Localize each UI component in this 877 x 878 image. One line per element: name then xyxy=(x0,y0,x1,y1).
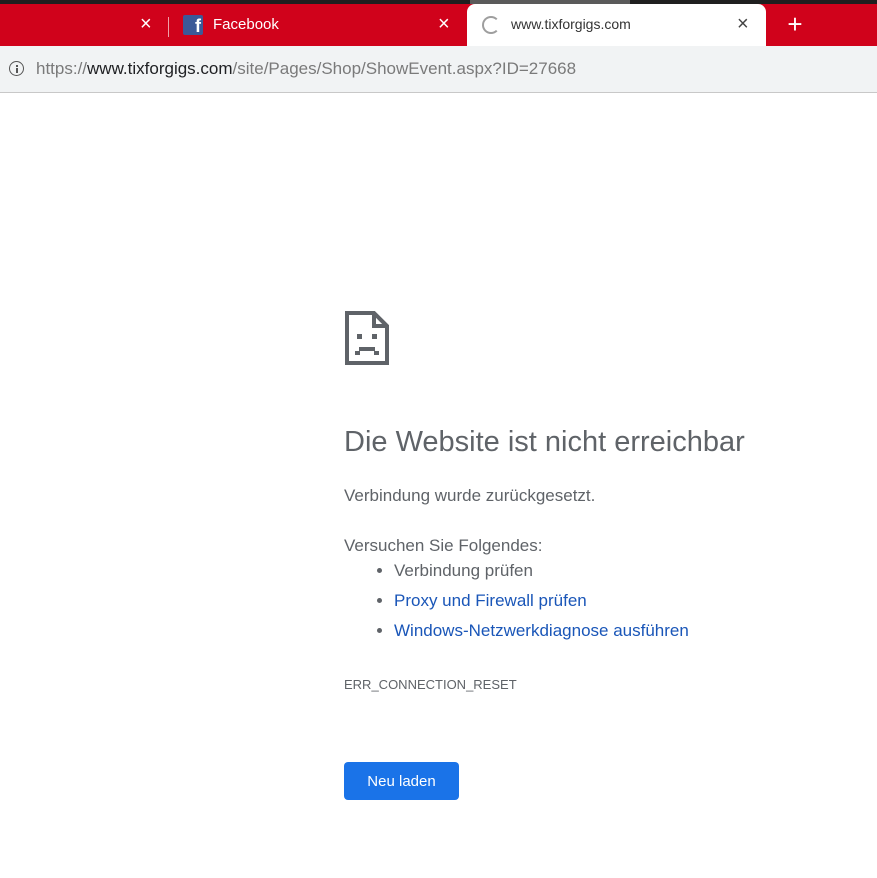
tab-facebook[interactable]: f Facebook × xyxy=(170,4,464,46)
address-bar[interactable]: https://www.tixforgigs.com/site/Pages/Sh… xyxy=(0,46,877,93)
error-page: Die Website ist nicht erreichbar Verbind… xyxy=(344,310,864,800)
suggestion-proxy-firewall: Proxy und Firewall prüfen xyxy=(394,586,689,616)
new-tab-button[interactable]: + xyxy=(782,11,808,38)
tab-close-icon[interactable]: × xyxy=(140,14,152,34)
tab-title: Facebook xyxy=(213,16,279,33)
url-host: www.tixforgigs.com xyxy=(87,59,233,78)
facebook-favicon-icon: f xyxy=(183,15,203,36)
tab-title: www.tixforgigs.com xyxy=(511,16,631,32)
tab-active-tixforgigs[interactable]: www.tixforgigs.com × xyxy=(467,4,766,46)
proxy-firewall-link[interactable]: Proxy und Firewall prüfen xyxy=(394,591,587,610)
suggestion-check-connection: Verbindung prüfen xyxy=(394,556,689,586)
tab-separator xyxy=(168,17,169,37)
url-scheme: https:// xyxy=(36,59,88,78)
error-title: Die Website ist nicht erreichbar xyxy=(344,426,745,458)
suggestions-heading: Versuchen Sie Folgendes: xyxy=(344,536,543,555)
sad-page-icon xyxy=(345,311,389,365)
suggestion-network-diagnostics: Windows-Netzwerkdiagnose ausführen xyxy=(394,616,689,646)
url-path: /site/Pages/Shop/ShowEvent.aspx?ID=27668 xyxy=(232,59,577,78)
info-icon[interactable] xyxy=(9,61,24,76)
reload-button[interactable]: Neu laden xyxy=(344,762,459,800)
error-code: ERR_CONNECTION_RESET xyxy=(344,677,517,692)
error-message: Verbindung wurde zurückgesetzt. xyxy=(344,486,596,505)
network-diagnostics-link[interactable]: Windows-Netzwerkdiagnose ausführen xyxy=(394,621,689,640)
tab-close-icon[interactable]: × xyxy=(438,14,450,34)
loading-spinner-icon xyxy=(482,16,500,34)
suggestions-list: Verbindung prüfen Proxy und Firewall prü… xyxy=(344,556,689,646)
tab-hidden[interactable]: × xyxy=(0,4,165,46)
tab-close-icon[interactable]: × xyxy=(737,14,749,34)
tab-bar: × f Facebook × www.tixforgigs.com × + xyxy=(0,4,877,46)
url-field[interactable]: https://www.tixforgigs.com/site/Pages/Sh… xyxy=(36,59,576,79)
